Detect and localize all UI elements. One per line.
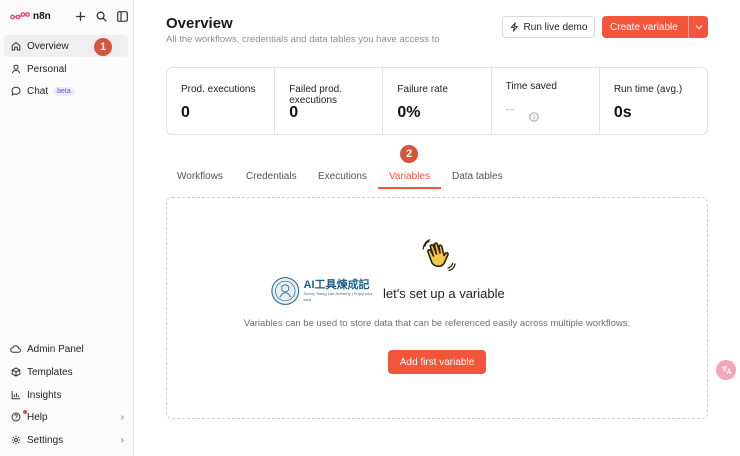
- sidebar-item-personal[interactable]: Personal: [4, 58, 128, 80]
- step-marker-2: 2: [400, 145, 418, 163]
- sidebar-item-label: Personal: [27, 63, 67, 75]
- cloud-icon: [10, 344, 21, 355]
- stat-value: 0%: [397, 104, 421, 121]
- stat-label: Failure rate: [397, 84, 448, 95]
- create-dropdown-toggle[interactable]: [688, 16, 708, 38]
- sidebar-item-label: Chat: [27, 85, 49, 97]
- sidebar-item-label: Admin Panel: [27, 343, 84, 355]
- stat-label: Run time (avg.): [613, 84, 683, 95]
- stat-label: Failed prod. executions: [289, 84, 343, 106]
- stat-label: Prod. executions: [181, 84, 256, 95]
- notification-dot: [23, 410, 27, 414]
- sidebar-actions: [74, 10, 128, 22]
- watermark-subtitle: Sunny Tseng Lab Alchemy | Enjoy your ide…: [303, 291, 373, 302]
- empty-state-panel: AI工具煉成記 Sunny Tseng Lab Alchemy | Enjoy …: [166, 197, 708, 419]
- stat-value: 0: [289, 104, 299, 121]
- stat-run-time[interactable]: Run time (avg.) 0s: [600, 68, 707, 134]
- chevron-right-icon: ›: [120, 434, 124, 446]
- chevron-down-icon: [695, 25, 702, 30]
- add-first-variable-button[interactable]: Add first variable: [388, 350, 486, 374]
- help-circle-icon: [10, 412, 21, 423]
- watermark-title: AI工具煉成記: [303, 279, 370, 291]
- stat-time-saved[interactable]: Time saved --: [492, 68, 600, 134]
- n8n-logo-icon: [10, 12, 30, 20]
- watermark-text: AI工具煉成記 Sunny Tseng Lab Alchemy | Enjoy …: [304, 279, 373, 303]
- beta-badge: beta: [53, 86, 75, 96]
- box-icon: [10, 367, 21, 378]
- bar-chart-icon: [10, 390, 21, 401]
- gear-icon: [10, 435, 21, 446]
- user-icon: [10, 64, 21, 75]
- step-marker-1: 1: [94, 38, 112, 56]
- chevron-right-icon: ›: [120, 411, 124, 423]
- tab-variables[interactable]: Variables: [378, 171, 441, 189]
- search-icon[interactable]: [95, 10, 107, 22]
- stats-panel: Prod. executions 0 Failed prod. executio…: [166, 67, 708, 135]
- sidebar-item-templates[interactable]: Templates: [4, 361, 128, 383]
- waving-hand-icon: [422, 239, 456, 272]
- sidebar-item-label: Templates: [27, 366, 73, 378]
- run-live-demo-label: Run live demo: [523, 21, 588, 33]
- sidebar-item-label: Insights: [27, 389, 62, 401]
- tab-workflows[interactable]: Workflows: [177, 171, 223, 189]
- sidebar-item-chat[interactable]: Chat beta: [4, 80, 128, 102]
- plus-icon[interactable]: [74, 10, 86, 22]
- create-variable-button[interactable]: Create variable: [602, 16, 708, 38]
- empty-state-description: Variables can be used to store data that…: [243, 318, 631, 329]
- sidebar-item-label: Overview: [27, 40, 69, 52]
- sidebar: n8n Overview Personal Chat beta Admin Pa…: [0, 0, 134, 456]
- stat-failed-prod-executions[interactable]: Failed prod. executions 0: [275, 68, 384, 134]
- run-live-demo-button[interactable]: Run live demo: [502, 16, 595, 38]
- sidebar-item-help[interactable]: Help ›: [4, 406, 128, 428]
- sidebar-item-insights[interactable]: Insights: [4, 384, 128, 406]
- watermark-emblem-icon: [271, 277, 300, 305]
- floating-translate-icon[interactable]: [716, 360, 736, 380]
- stat-value: 0: [181, 104, 190, 121]
- tab-data-tables[interactable]: Data tables: [452, 171, 503, 189]
- create-variable-label: Create variable: [610, 21, 678, 33]
- stat-value: 0s: [613, 104, 632, 121]
- sidebar-item-label: Help: [27, 411, 48, 423]
- home-icon: [10, 41, 21, 52]
- stat-label: Time saved: [505, 81, 557, 92]
- sidebar-header: n8n: [10, 8, 128, 24]
- stat-failure-rate[interactable]: Failure rate 0%: [383, 68, 492, 134]
- empty-state-title: let's set up a variable: [383, 286, 505, 301]
- tab-bar: Workflows Credentials Executions Variabl…: [166, 171, 708, 191]
- sidebar-item-admin-panel[interactable]: Admin Panel: [4, 338, 128, 360]
- logo-text: n8n: [33, 10, 51, 22]
- sidebar-item-label: Settings: [27, 434, 64, 446]
- sidebar-item-settings[interactable]: Settings ›: [4, 429, 128, 451]
- watermark-logo: AI工具煉成記 Sunny Tseng Lab Alchemy | Enjoy …: [271, 273, 373, 309]
- tab-credentials[interactable]: Credentials: [246, 171, 297, 189]
- page-subtitle: All the workflows, credentials and data …: [166, 34, 440, 45]
- tab-executions[interactable]: Executions: [318, 171, 367, 189]
- page-title: Overview: [166, 15, 233, 32]
- stat-prod-executions[interactable]: Prod. executions 0: [167, 68, 276, 134]
- sidebar-toggle-icon[interactable]: [116, 10, 128, 22]
- info-icon[interactable]: [528, 112, 539, 122]
- chat-bubble-icon: [10, 86, 21, 97]
- n8n-logo[interactable]: n8n: [10, 11, 51, 22]
- lightning-icon: [510, 22, 518, 32]
- stat-value: --: [505, 101, 515, 116]
